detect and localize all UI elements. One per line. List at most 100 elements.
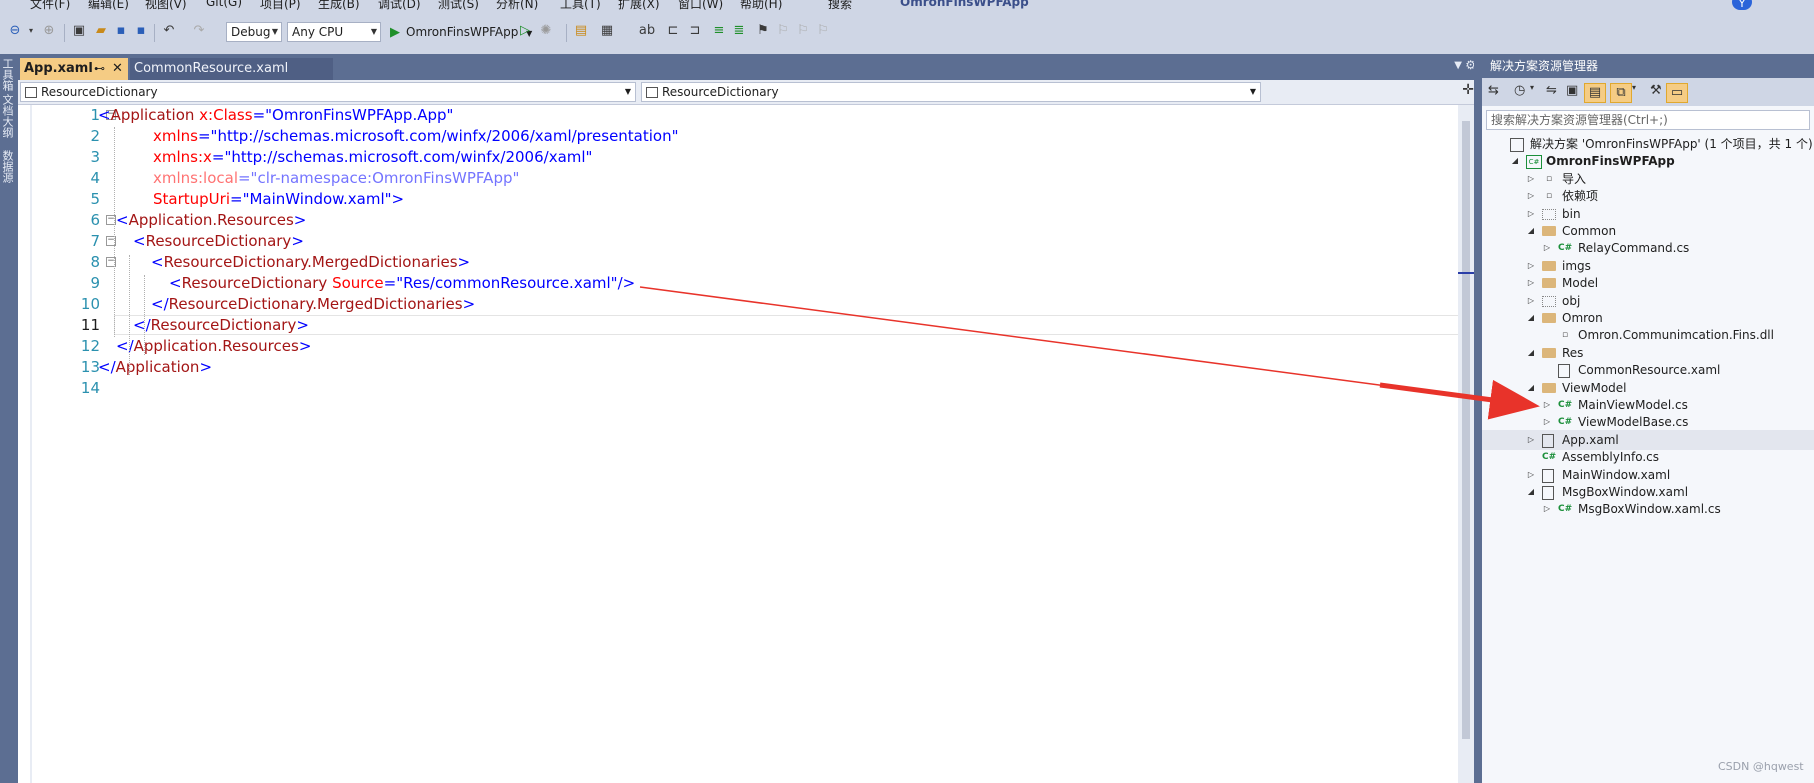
code-line[interactable]: 7− <ResourceDictionary>: [18, 231, 1458, 251]
type-dropdown-value: ResourceDictionary: [41, 85, 158, 99]
vertical-scrollbar[interactable]: [1458, 105, 1474, 783]
back-dropdown-icon[interactable]: ▾: [26, 22, 36, 40]
preview-icon[interactable]: ⧉: [1610, 83, 1632, 103]
code-line[interactable]: 3 xmlns:x="http://schemas.microsoft.com/w…: [18, 147, 1458, 167]
chevron-down-icon[interactable]: ▾: [1530, 83, 1534, 92]
line-number: 5: [90, 190, 100, 208]
collapse-all-icon[interactable]: ▣: [1566, 83, 1578, 98]
menu-item-4[interactable]: 项目(P): [260, 0, 301, 12]
code-text: <ResourceDictionary Source="Res/commonRe…: [169, 274, 636, 292]
open-folder-icon[interactable]: ▰: [92, 22, 110, 40]
switch-views-icon[interactable]: ⇋: [1546, 83, 1557, 98]
code-line[interactable]: 13 </Application>: [18, 357, 1458, 377]
menu-item-3[interactable]: Git(G): [206, 0, 242, 9]
menu-item-0[interactable]: 文件(F): [30, 0, 70, 12]
solution-search-input[interactable]: 搜索解决方案资源管理器(Ctrl+;): [1486, 110, 1810, 130]
code-line[interactable]: 9 <ResourceDictionary Source="Res/commonR…: [18, 273, 1458, 293]
indent-icon[interactable]: ≡: [710, 22, 728, 40]
menu-item-10[interactable]: 扩展(X): [618, 0, 660, 12]
hot-reload-icon[interactable]: ✺: [538, 22, 554, 40]
line-number: 10: [80, 295, 100, 313]
toolbox-tab[interactable]: 工具箱: [1, 58, 15, 91]
start-debugging-button[interactable]: ▶ OmronFinsWPFApp ▼: [390, 22, 532, 42]
menu-item-7[interactable]: 测试(S): [438, 0, 479, 12]
code-line[interactable]: 11 </ResourceDictionary>: [18, 315, 1460, 335]
code-line[interactable]: 1− <Application x:Class="OmronFinsWPFApp.…: [18, 105, 1458, 125]
tab-label: App.xaml: [24, 61, 93, 76]
close-icon[interactable]: ✕: [112, 58, 123, 80]
tab-overflow-icon[interactable]: ▼: [1454, 60, 1462, 71]
menu-item-9[interactable]: 工具(T): [560, 0, 601, 12]
prev-bookmark-icon[interactable]: ⚐: [776, 22, 790, 40]
code-line[interactable]: 6− <Application.Resources>: [18, 210, 1458, 230]
member-dropdown[interactable]: ResourceDictionary ▼: [641, 82, 1261, 102]
start-without-debugging-icon[interactable]: ▷: [518, 22, 532, 40]
configuration-select[interactable]: Debug ▼: [226, 22, 282, 42]
wrench-icon[interactable]: ⚒: [1650, 83, 1662, 98]
menu-item-13[interactable]: 搜索: [828, 0, 852, 12]
step-icon[interactable]: ⊏: [664, 22, 682, 40]
code-text: xmlns:x="http://schemas.microsoft.com/wi…: [153, 148, 593, 166]
pending-changes-icon[interactable]: ▭: [1666, 83, 1688, 103]
menu-item-2[interactable]: 视图(V): [145, 0, 187, 12]
chevron-down-icon[interactable]: ▾: [1632, 83, 1636, 92]
clear-bookmarks-icon[interactable]: ⚐: [816, 22, 830, 40]
platform-select[interactable]: Any CPU ▼: [287, 22, 381, 42]
collapsed-chevron-icon[interactable]: ▷: [1542, 499, 1552, 519]
menu-item-8[interactable]: 分析(N): [496, 0, 538, 12]
outdent-icon[interactable]: ≣: [730, 22, 748, 40]
document-outline-tab[interactable]: 文档大纲: [1, 94, 15, 138]
code-line[interactable]: 10 </ResourceDictionary.MergedDictionarie…: [18, 294, 1458, 314]
line-number: 13: [80, 358, 100, 376]
code-line[interactable]: 5 StartupUri="MainWindow.xaml">: [18, 189, 1458, 209]
line-number: 4: [90, 169, 100, 187]
next-bookmark-icon[interactable]: ⚐: [796, 22, 810, 40]
tab-label: CommonResource.xaml: [134, 61, 289, 76]
layout-icon[interactable]: ▦: [598, 22, 616, 40]
tree-item[interactable]: ▷ C# MsgBoxWindow.xaml.cs: [1482, 499, 1814, 519]
undo-icon[interactable]: ↶: [160, 22, 178, 40]
code-text: </Application>: [98, 358, 213, 376]
data-sources-tab[interactable]: 数据源: [1, 150, 15, 183]
redo-icon[interactable]: ↷: [190, 22, 208, 40]
menu-item-12[interactable]: 帮助(H): [740, 0, 782, 12]
tab-app-xaml[interactable]: App.xaml ⊷ ✕: [20, 58, 128, 80]
code-editor[interactable]: 1− <Application x:Class="OmronFinsWPFApp.…: [18, 105, 1460, 783]
back-icon[interactable]: ⊖: [6, 22, 24, 40]
panel-splitter[interactable]: [1474, 54, 1482, 783]
menu-item-11[interactable]: 窗口(W): [678, 0, 723, 12]
current-line-highlight: [114, 315, 1460, 335]
member-dropdown-value: ResourceDictionary: [662, 85, 779, 99]
sync-icon[interactable]: ⇆: [1488, 83, 1499, 98]
new-project-icon[interactable]: ▣: [70, 22, 88, 40]
user-avatar[interactable]: Y: [1732, 0, 1752, 10]
history-icon[interactable]: ◷: [1514, 83, 1525, 98]
code-line[interactable]: 14: [18, 378, 1458, 398]
tab-commonresource-xaml[interactable]: CommonResource.xaml: [130, 58, 333, 80]
menu-item-1[interactable]: 编辑(E): [88, 0, 129, 12]
line-number: 12: [80, 337, 100, 355]
menu-item-5[interactable]: 生成(B): [318, 0, 360, 12]
cs-icon: C#: [1542, 452, 1557, 463]
menu-item-6[interactable]: 调试(D): [378, 0, 421, 12]
code-line[interactable]: 8− <ResourceDictionary.MergedDictionaries…: [18, 252, 1458, 272]
scrollbar-thumb[interactable]: [1462, 121, 1470, 739]
cs-icon: C#: [1558, 400, 1573, 410]
split-window-icon[interactable]: ✛: [1462, 82, 1474, 98]
code-line[interactable]: 2 xmlns="http://schemas.microsoft.com/win…: [18, 126, 1458, 146]
bookmark-icon[interactable]: ⚑: [756, 22, 770, 40]
save-icon[interactable]: ▪: [112, 22, 130, 40]
folder-icon: [1542, 382, 1556, 393]
line-number: 6: [90, 211, 100, 229]
xaml-icon: [1542, 433, 1554, 448]
show-all-files-icon[interactable]: ▤: [1584, 83, 1606, 103]
type-dropdown[interactable]: ResourceDictionary ▼: [20, 82, 636, 102]
code-line[interactable]: 4 xmlns:local="clr-namespace:OmronFinsWPF…: [18, 168, 1458, 188]
spellcheck-icon[interactable]: ab: [638, 22, 656, 40]
save-all-icon[interactable]: ▪: [132, 22, 150, 40]
pin-icon[interactable]: ⊷: [94, 58, 105, 80]
forward-icon[interactable]: ⊕: [40, 22, 58, 40]
code-line[interactable]: 12 </Application.Resources>: [18, 336, 1458, 356]
browse-icon[interactable]: ▤: [572, 22, 590, 40]
breakpoint-icon[interactable]: ⊐: [686, 22, 704, 40]
